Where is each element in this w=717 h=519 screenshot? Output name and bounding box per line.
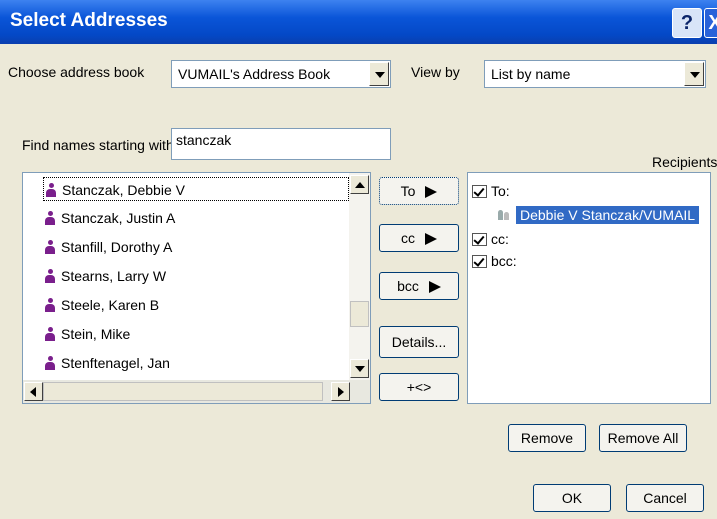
view-by-value: List by name bbox=[491, 66, 571, 82]
list-item[interactable]: Steele, Karen B bbox=[45, 293, 159, 317]
cc-button[interactable]: cc bbox=[379, 224, 459, 252]
chevron-down-icon[interactable] bbox=[369, 62, 389, 86]
vertical-scrollbar[interactable] bbox=[349, 173, 370, 380]
recipients-label: Recipients bbox=[652, 154, 717, 170]
list-item[interactable]: Stenftenagel, Jan bbox=[45, 351, 170, 375]
to-button[interactable]: To bbox=[379, 177, 459, 205]
address-book-label: Choose address book bbox=[8, 64, 145, 80]
arrow-right-icon bbox=[425, 186, 438, 199]
find-names-value: stanczak bbox=[176, 132, 232, 148]
cancel-button[interactable]: Cancel bbox=[626, 484, 704, 512]
chevron-down-icon[interactable] bbox=[684, 62, 704, 86]
scroll-thumb[interactable] bbox=[350, 301, 369, 327]
person-icon bbox=[45, 327, 55, 341]
checkmark-icon bbox=[472, 255, 487, 268]
scroll-right-button[interactable] bbox=[331, 382, 350, 401]
ok-button[interactable]: OK bbox=[533, 484, 611, 512]
find-label: Find names starting with bbox=[22, 137, 174, 153]
remove-button[interactable]: Remove bbox=[508, 424, 586, 452]
bcc-node[interactable]: bcc: bbox=[472, 253, 517, 269]
to-node[interactable]: To: bbox=[472, 183, 510, 199]
add-to-address-book-button[interactable]: +<> bbox=[379, 373, 459, 401]
checkmark-icon bbox=[472, 233, 487, 246]
arrow-right-icon bbox=[428, 281, 441, 294]
list-item[interactable]: Stanfill, Dorothy A bbox=[45, 235, 172, 259]
checkmark-icon bbox=[472, 185, 487, 198]
title-bar[interactable]: Select Addresses ? X bbox=[0, 0, 717, 44]
remove-all-button[interactable]: Remove All bbox=[599, 424, 687, 452]
people-icon bbox=[498, 210, 510, 220]
bcc-button[interactable]: bcc bbox=[379, 272, 459, 300]
list-item[interactable]: Stanczak, Justin A bbox=[45, 206, 175, 230]
person-icon bbox=[45, 269, 55, 283]
person-icon bbox=[45, 356, 55, 370]
add-contact-icon: +<> bbox=[406, 379, 432, 395]
arrow-right-icon bbox=[425, 233, 437, 246]
details-button[interactable]: Details... bbox=[379, 326, 459, 358]
names-list[interactable]: Stanczak, Debbie V Stanczak, Justin A St… bbox=[22, 172, 371, 404]
address-book-select[interactable]: VUMAIL's Address Book bbox=[171, 60, 391, 88]
recipients-tree[interactable]: To: Debbie V Stanczak/VUMAIL cc: bcc: bbox=[467, 172, 711, 404]
close-button[interactable]: X bbox=[704, 8, 717, 38]
view-by-label: View by bbox=[411, 64, 460, 80]
person-icon bbox=[45, 211, 55, 225]
horizontal-scrollbar[interactable] bbox=[23, 380, 370, 403]
help-button[interactable]: ? bbox=[672, 8, 702, 38]
scroll-up-button[interactable] bbox=[350, 175, 369, 194]
horizontal-scroll-thumb[interactable] bbox=[43, 382, 323, 401]
person-icon bbox=[46, 183, 56, 197]
scroll-left-button[interactable] bbox=[24, 382, 43, 401]
cc-node[interactable]: cc: bbox=[472, 231, 509, 247]
select-addresses-dialog: Select Addresses ? X Choose address book… bbox=[0, 0, 717, 519]
address-book-value: VUMAIL's Address Book bbox=[178, 66, 331, 82]
person-icon bbox=[45, 240, 55, 254]
find-names-input[interactable]: stanczak bbox=[171, 128, 391, 160]
scroll-down-button[interactable] bbox=[350, 359, 369, 378]
list-item[interactable]: Stearns, Larry W bbox=[45, 264, 166, 288]
view-by-select[interactable]: List by name bbox=[484, 60, 706, 88]
person-icon bbox=[45, 298, 55, 312]
list-item[interactable]: Stein, Mike bbox=[45, 322, 130, 346]
recipient-entry[interactable]: Debbie V Stanczak/VUMAIL bbox=[498, 206, 700, 224]
window-title: Select Addresses bbox=[10, 10, 168, 31]
list-item[interactable]: Stanczak, Debbie V bbox=[43, 177, 349, 201]
